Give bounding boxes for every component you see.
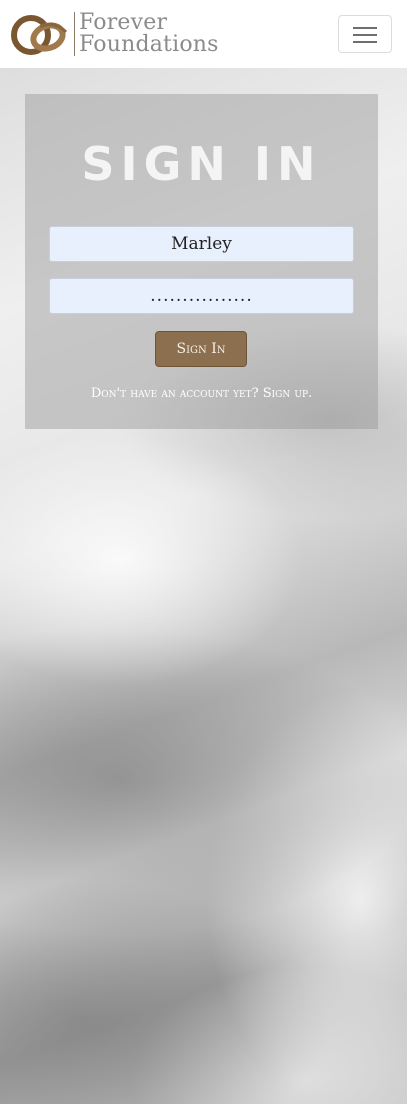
brand-name: Forever Foundations xyxy=(79,12,219,56)
password-input[interactable] xyxy=(49,278,354,314)
menu-toggle-button[interactable] xyxy=(338,15,392,53)
wedding-rings-icon xyxy=(11,15,68,55)
navbar: Forever Foundations xyxy=(0,0,407,68)
menu-bar-bottom xyxy=(353,41,377,43)
menu-bar-middle xyxy=(353,34,377,36)
sign-up-link[interactable]: Don't have an account yet? Sign up. xyxy=(25,386,378,401)
brand-name-line2: Foundations xyxy=(79,32,219,57)
brand-name-line1: Forever xyxy=(79,10,168,35)
brand-divider xyxy=(74,12,75,56)
menu-bar-top xyxy=(353,27,377,29)
signin-card: SIGN IN Sign In Don't have an account ye… xyxy=(25,94,378,429)
page-title: SIGN IN xyxy=(81,137,322,191)
brand-link[interactable]: Forever Foundations xyxy=(10,8,219,60)
username-input[interactable] xyxy=(49,226,354,262)
sign-in-button[interactable]: Sign In xyxy=(155,331,247,367)
